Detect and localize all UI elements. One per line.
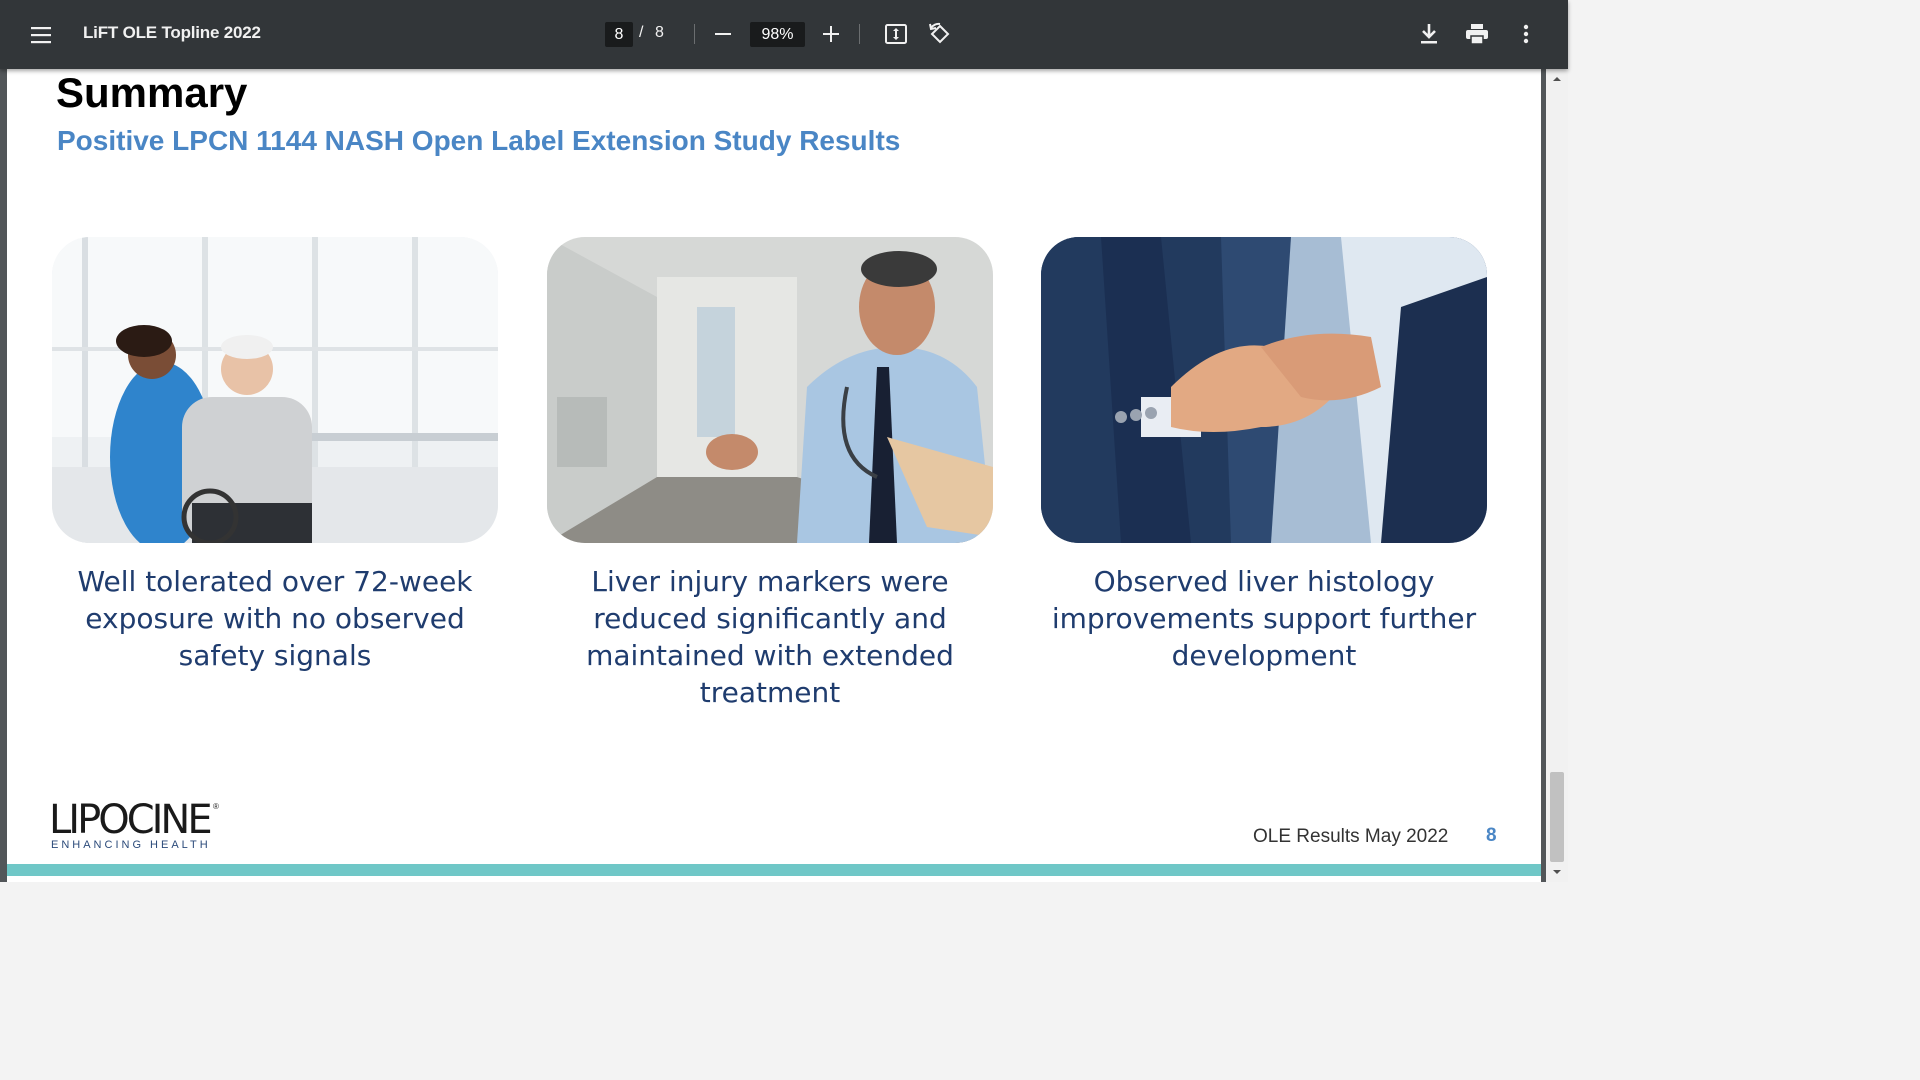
print-button[interactable] — [1461, 18, 1493, 50]
zoom-level-input[interactable]: 98% — [750, 22, 805, 47]
rotate-button[interactable] — [924, 18, 956, 50]
logo-registered-mark: ® — [213, 802, 219, 811]
logo-tagline: ENHANCING HEALTH — [51, 839, 211, 851]
fit-to-page-button[interactable] — [880, 18, 912, 50]
zoom-out-icon — [715, 33, 731, 35]
menu-button[interactable] — [22, 15, 62, 55]
scroll-down-arrow-icon[interactable] — [1550, 866, 1564, 878]
page-separator: / — [639, 24, 644, 41]
slide-subtitle: Positive LPCN 1144 NASH Open Label Exten… — [57, 125, 901, 156]
download-icon — [1421, 24, 1437, 44]
scrollbar-thumb[interactable] — [1550, 772, 1564, 862]
toolbar-divider — [859, 24, 860, 44]
handshake-photo — [1041, 237, 1487, 543]
slide-title: Summary — [56, 69, 248, 116]
footer-text: OLE Results May 2022 — [1253, 826, 1449, 847]
vertical-scrollbar[interactable] — [1546, 69, 1568, 882]
zoom-out-button[interactable] — [708, 19, 738, 49]
lipocine-logo: LIPOCINE — [49, 797, 213, 843]
download-button[interactable] — [1413, 18, 1445, 50]
current-page-input[interactable]: 8 — [605, 22, 633, 47]
card-caption: Well tolerated over 72-week exposure wit… — [77, 565, 473, 672]
document-viewer[interactable]: Summary Positive LPCN 1144 NASH Open Lab… — [0, 69, 1568, 882]
nurse-with-elderly-patient-photo — [52, 237, 498, 543]
rotate-icon — [929, 22, 950, 44]
slide-page: Summary Positive LPCN 1144 NASH Open Lab… — [7, 69, 1541, 882]
scroll-up-arrow-icon[interactable] — [1550, 73, 1564, 85]
total-pages: 8 — [655, 24, 664, 41]
zoom-in-icon — [823, 26, 839, 42]
card-caption: Liver injury markers were reduced signif… — [586, 565, 954, 709]
toolbar-divider — [694, 24, 695, 44]
footer-accent-bar — [7, 864, 1541, 876]
smiling-doctor-photo — [547, 237, 993, 543]
pdf-toolbar: LiFT OLE Topline 2022 8 / 8 98% — [0, 0, 1568, 69]
zoom-in-button[interactable] — [816, 19, 846, 49]
fit-page-icon — [885, 24, 907, 44]
card-caption: Observed liver histology improvements su… — [1051, 565, 1477, 672]
document-title: LiFT OLE Topline 2022 — [83, 23, 261, 42]
more-actions-button[interactable] — [1510, 18, 1542, 50]
slide-page-number: 8 — [1486, 825, 1497, 846]
more-vert-icon — [1523, 24, 1529, 44]
menu-icon — [31, 27, 51, 44]
print-icon — [1466, 24, 1488, 44]
